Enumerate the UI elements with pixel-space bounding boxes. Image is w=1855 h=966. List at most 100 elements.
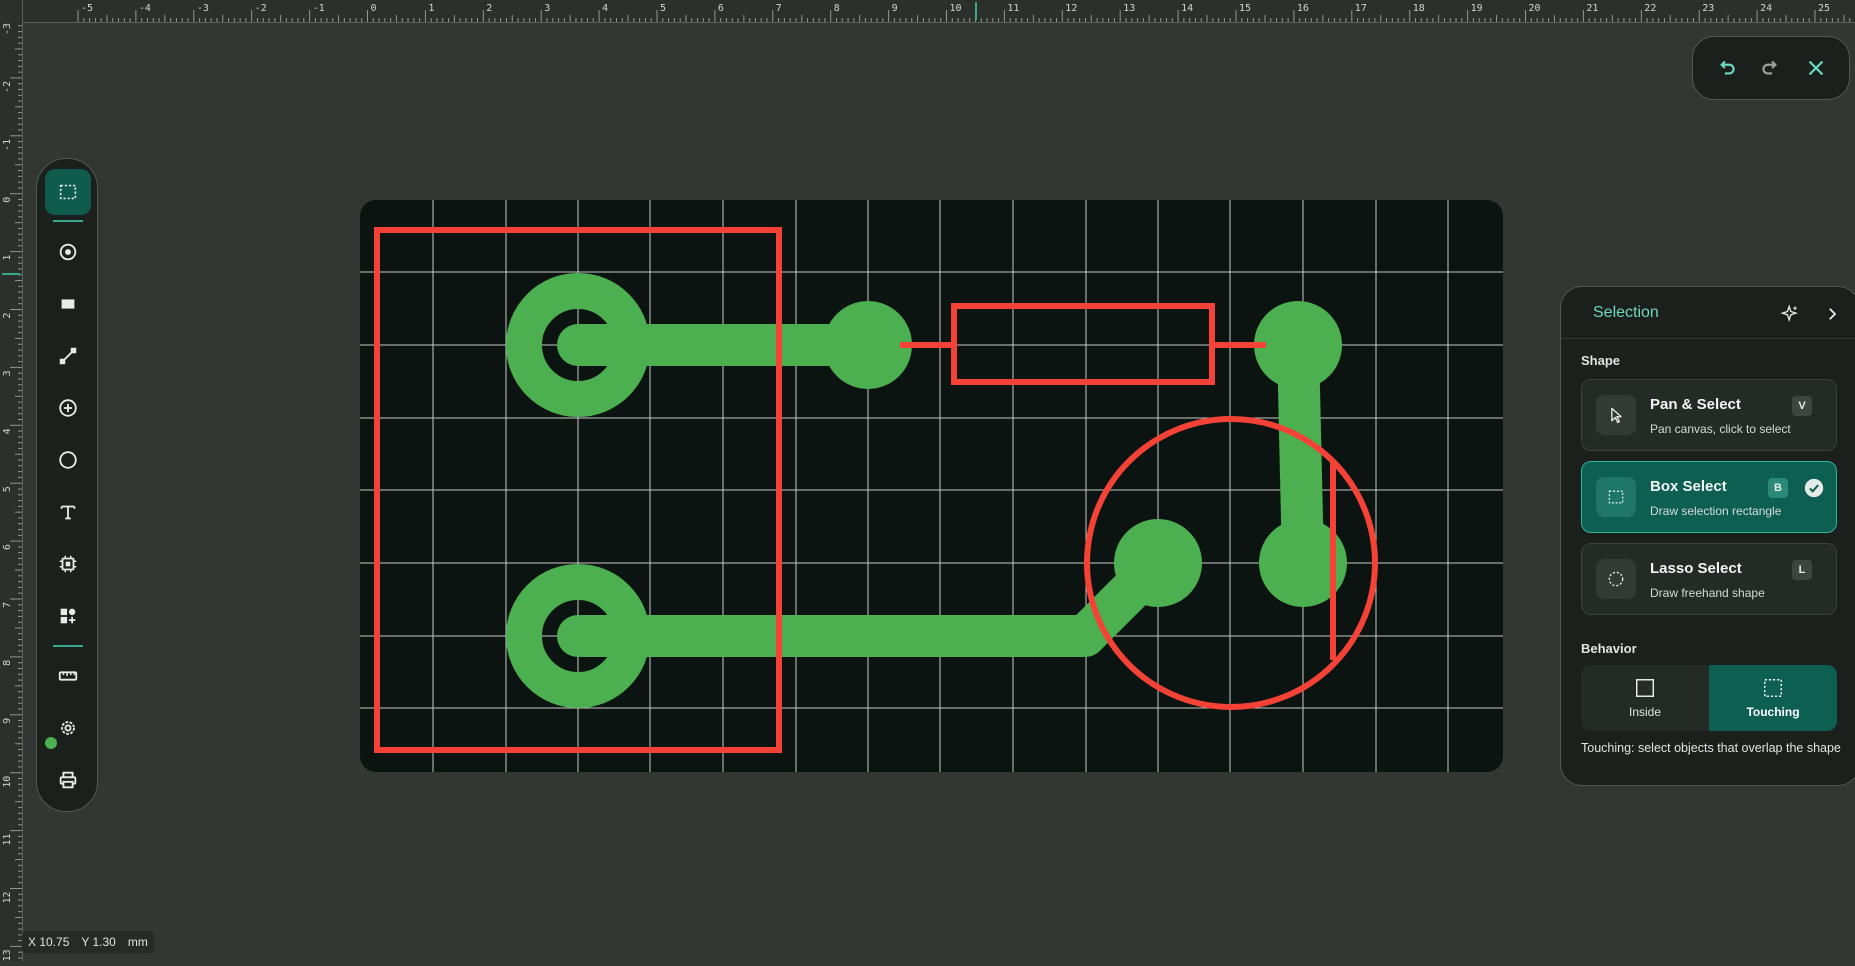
left-ruler: -3 -2 -1 0 1 2 3 4 5 6 7 8 9 10 11 12 13 [0,0,23,961]
ruler-label: 6 [2,544,13,550]
rectangle-icon [61,299,75,309]
ruler-label: 11 [1007,3,1019,14]
coord-y: Y 1.30 [81,935,116,949]
ruler-label: 8 [834,3,840,14]
ruler-label: -4 [139,3,151,14]
behavior-section-label: Behavior [1581,641,1637,656]
top-ruler-scale: -5 -4 -3 -2 -1 0 1 2 3 4 5 6 7 8 9 10 11 12 13 14 15 16 17 18 19… [77,2,1851,22]
left-ruler-scale: -3-2-1012345678910111213 [2,19,22,961]
ruler-label: 24 [1760,3,1772,14]
option-description: Pan canvas, click to select [1650,422,1791,436]
collapse-panel-button[interactable] [1821,303,1843,325]
panel-title: Selection [1593,304,1659,321]
undo-button[interactable] [1707,49,1745,87]
box-select-tool[interactable] [45,169,91,215]
dashed-square-icon [1764,679,1782,697]
printer-icon [59,771,77,789]
ruler-label: 9 [2,718,13,724]
ruler-label: -3 [197,3,209,14]
ruler-label: 17 [1355,3,1367,14]
toolbar-divider [53,220,83,222]
option-title: Pan & Select [1650,396,1741,413]
ruler-label: 12 [2,892,13,904]
ruler-label: 5 [660,3,666,14]
ruler-label: 25 [1818,3,1830,14]
via-tool[interactable] [45,229,91,275]
ruler-label: 12 [1065,3,1077,14]
track-tool[interactable] [45,333,91,379]
ruler-label: 2 [486,3,492,14]
outline-component[interactable] [951,303,1215,385]
lasso-select-option[interactable]: Lasso Select Draw freehand shape L [1581,543,1837,615]
component-tool[interactable] [45,541,91,587]
ruler-label: 5 [2,486,13,492]
ruler-label: 0 [371,3,377,14]
shapes-tool[interactable] [45,593,91,639]
shortcut-badge: V [1792,396,1812,416]
pcb-drawing [360,200,1503,772]
touching-mode-button[interactable]: Touching [1709,665,1837,731]
tool-palette [36,158,98,812]
ruler-label: 3 [2,370,13,376]
box-select-icon [59,184,77,200]
panel-header: Selection [1561,287,1855,339]
ruler-label: 13 [1123,3,1135,14]
ruler-label: 8 [2,660,13,666]
box-select-option[interactable]: Box Select Draw selection rectangle B [1581,461,1837,533]
ruler-label: 10 [950,3,962,14]
behavior-label: Touching [1746,705,1800,719]
redo-button[interactable] [1752,49,1790,87]
behavior-toggle: Inside Touching [1581,665,1837,731]
shapes-icon [60,608,76,624]
circle-icon [59,451,77,469]
ruler-label: 15 [1239,3,1251,14]
ruler-label: 1 [2,255,13,261]
text-icon [60,505,76,520]
shortcut-badge: B [1768,478,1788,498]
ruler-label: 7 [776,3,782,14]
ruler-label: 19 [1471,3,1483,14]
lasso-icon [1596,559,1636,599]
ruler-label: -5 [81,3,93,14]
cursor-icon [1596,395,1636,435]
ruler-label: 1 [428,3,434,14]
ruler-label: 3 [544,3,550,14]
redo-icon [1762,60,1777,75]
option-title: Lasso Select [1650,560,1742,577]
option-title: Box Select [1650,478,1727,495]
ruler-label: -2 [255,3,267,14]
measure-tool[interactable] [45,653,91,699]
inside-mode-button[interactable]: Inside [1581,665,1709,731]
ruler-corner [0,0,22,22]
ruler-label: 20 [1529,3,1541,14]
via-icon [59,243,77,261]
ruler-label: 23 [1702,3,1714,14]
add-pad-tool[interactable] [45,385,91,431]
pan-select-option[interactable]: Pan & Select Pan canvas, click to select… [1581,379,1837,451]
ruler-label: -2 [2,81,13,93]
undo-icon [1719,60,1735,75]
print-tool[interactable] [45,757,91,803]
text-tool[interactable] [45,489,91,535]
ruler-label: 9 [892,3,898,14]
gear-icon [61,721,75,735]
connection-status-dot [45,737,57,749]
rectangle-tool[interactable] [45,281,91,327]
shape-section-label: Shape [1581,353,1621,368]
toolbar-divider [53,645,83,647]
chip-icon [59,555,77,573]
ruler-label: 4 [602,3,608,14]
option-description: Draw freehand shape [1650,586,1765,600]
pcb-canvas[interactable] [360,200,1503,772]
chevron-right-icon [1829,308,1837,320]
ruler-label: 11 [2,834,13,846]
ruler-label: 10 [2,776,13,788]
sparkle-button[interactable] [1779,303,1801,325]
circle-tool[interactable] [45,437,91,483]
behavior-label: Inside [1628,705,1662,719]
ruler-label: 22 [1644,3,1656,14]
ruler-label: -3 [2,23,13,35]
ruler-label: 4 [2,428,13,434]
close-button[interactable] [1797,49,1835,87]
check-circle-icon [1804,478,1824,498]
